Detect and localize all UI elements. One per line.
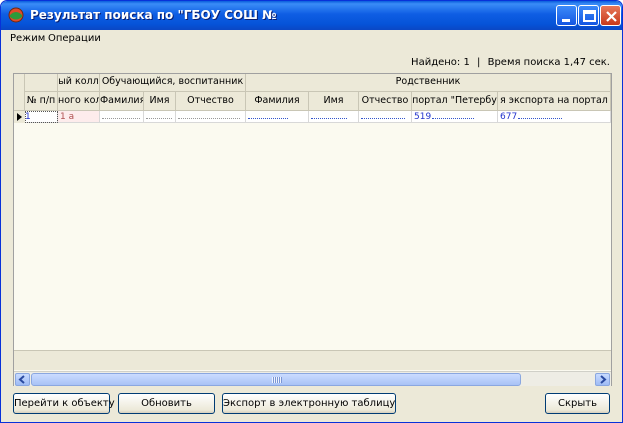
menu-bar: Режим Операции	[1, 30, 622, 48]
column-header[interactable]: Имя	[144, 92, 176, 111]
column-header[interactable]: портал "Петербу	[412, 92, 498, 111]
horizontal-scrollbar[interactable]	[14, 371, 611, 386]
scroll-left-button[interactable]	[15, 373, 30, 386]
title-bar[interactable]: Результат поиска по "ГБОУ СОШ №	[1, 1, 622, 30]
menu-operations[interactable]: Операции	[48, 33, 101, 44]
export-spreadsheet-button[interactable]: Экспорт в электронную таблицу	[222, 393, 396, 414]
close-button[interactable]	[600, 5, 621, 26]
refresh-button[interactable]: Обновить	[118, 393, 215, 414]
chevron-left-icon	[18, 375, 25, 384]
column-header[interactable]: Отчество	[359, 92, 412, 111]
chevron-right-icon	[600, 375, 607, 384]
cell-class[interactable]: 1 а	[58, 111, 100, 123]
minimize-icon	[562, 19, 570, 22]
cell-portal-2[interactable]: 677	[498, 111, 611, 123]
current-row-indicator	[14, 111, 25, 123]
maximize-icon	[583, 10, 596, 22]
cell-student-name[interactable]	[144, 111, 176, 123]
row-arrow-icon	[17, 113, 22, 121]
menu-mode[interactable]: Режим	[10, 33, 45, 44]
column-header[interactable]: ного кол	[58, 92, 100, 111]
search-time: Время поиска 1,47 сек.	[487, 57, 610, 68]
column-header[interactable]: Отчество	[176, 92, 246, 111]
goto-object-button[interactable]: Перейти к объекту	[13, 393, 115, 414]
column-header[interactable]: Имя	[309, 92, 359, 111]
column-header[interactable]: я экспорта на портал "П	[498, 92, 611, 111]
cell-relative-name[interactable]	[309, 111, 359, 123]
phone-2: 677	[500, 112, 518, 122]
app-window: Результат поиска по "ГБОУ СОШ № Режим Оп…	[0, 0, 623, 423]
search-summary: Найдено: 1 | Время поиска 1,47 сек.	[411, 57, 610, 68]
close-icon	[606, 11, 617, 22]
group-header-student: Обучающийся, воспитанник	[100, 74, 246, 92]
maximize-button[interactable]	[578, 5, 599, 26]
cell-relative-surname[interactable]	[246, 111, 309, 123]
group-header-class: ый колл	[58, 74, 100, 92]
column-header[interactable]: № п/п	[25, 92, 58, 111]
cell-relative-patronymic[interactable]	[359, 111, 412, 123]
row-indicator-header	[14, 74, 25, 111]
window-title: Результат поиска по "ГБОУ СОШ №	[30, 8, 277, 22]
column-header[interactable]: Фамилия	[246, 92, 309, 111]
scroll-thumb[interactable]	[31, 373, 521, 386]
phone-1: 519	[414, 112, 432, 122]
cell-row-num[interactable]: 1	[25, 111, 58, 123]
cell-student-patronymic[interactable]	[176, 111, 246, 123]
found-count: Найдено: 1	[411, 57, 470, 68]
group-header-num	[25, 74, 58, 92]
results-grid[interactable]: ый колл Обучающийся, воспитанник Родстве…	[13, 73, 612, 386]
scroll-right-button[interactable]	[595, 373, 610, 386]
grip-icon	[272, 377, 282, 383]
grid-footer-band	[14, 350, 611, 370]
cell-portal-1[interactable]: 519	[412, 111, 498, 123]
app-globe-icon	[8, 7, 24, 23]
separator: |	[477, 57, 481, 68]
column-header[interactable]: Фамилия	[100, 92, 144, 111]
minimize-button[interactable]	[556, 5, 577, 26]
group-header-relative: Родственник	[246, 74, 611, 92]
hide-button[interactable]: Скрыть	[545, 393, 610, 414]
cell-student-surname[interactable]	[100, 111, 144, 123]
